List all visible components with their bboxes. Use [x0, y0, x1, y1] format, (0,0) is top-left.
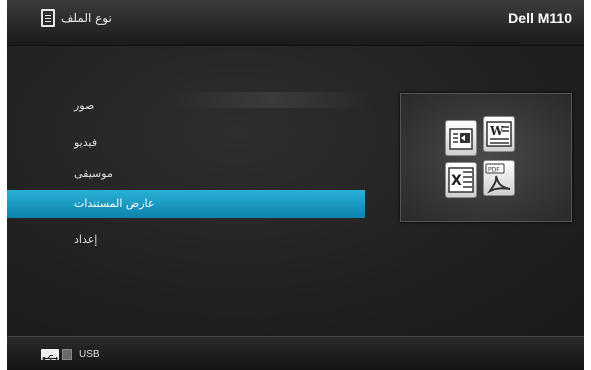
menu-item-setup[interactable]: إعداد [7, 226, 365, 254]
svg-text:X: X [451, 173, 462, 189]
projector-screen: نوع الملف Dell M110 صور فيديو موسيقى عار… [7, 0, 584, 370]
document-icon [41, 9, 55, 27]
menu-item-video[interactable]: فيديو [7, 129, 365, 157]
source-label: USB [79, 349, 100, 360]
pdf-icon: PDF [483, 160, 515, 196]
brand-label: Dell M110 [508, 10, 572, 26]
word-icon: W [483, 116, 515, 152]
svg-text:W: W [489, 124, 504, 138]
menu-item-label: إعداد [74, 233, 98, 246]
menu-item-label: موسيقى [74, 167, 113, 180]
usb-port-icon [62, 349, 72, 360]
menu-item-label: صور [74, 99, 95, 112]
menu-item-label: فيديو [74, 136, 98, 149]
document-preview-panel: W X PDF [400, 93, 572, 222]
status-bar: USB [7, 336, 584, 370]
menu-item-document-viewer[interactable]: عارض المستندات [7, 190, 365, 218]
powerpoint-icon [445, 120, 477, 156]
menu-item-label: عارض المستندات [74, 197, 155, 210]
usb-icon [41, 349, 59, 362]
menu-item-photos[interactable]: صور [7, 92, 365, 120]
menu-item-music[interactable]: موسيقى [7, 160, 365, 188]
page-title: نوع الملف [61, 11, 112, 25]
svg-text:PDF: PDF [488, 167, 500, 174]
excel-icon: X [445, 162, 477, 198]
header-bar: نوع الملف Dell M110 [7, 0, 584, 46]
